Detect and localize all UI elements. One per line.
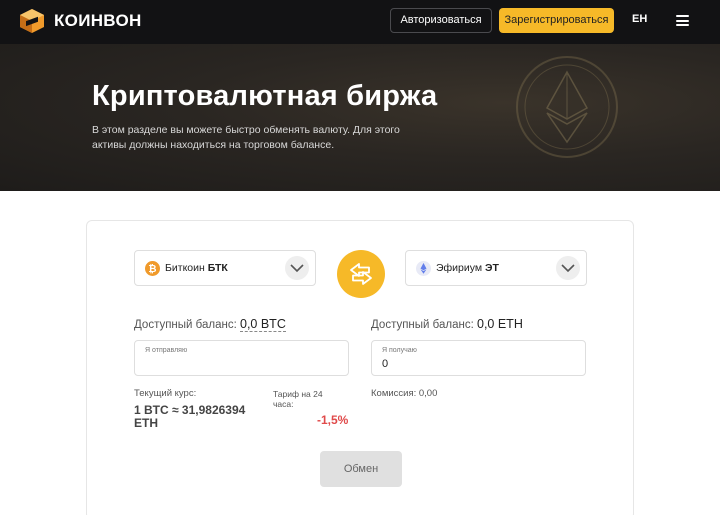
brand-name[interactable]: КОИНВОН xyxy=(54,11,142,31)
send-amount-label: Я отправляю xyxy=(145,347,188,354)
from-balance-value[interactable]: 0,0 BTC xyxy=(240,317,286,332)
ethereum-coin-icon xyxy=(516,56,618,158)
from-currency-name: Биткоин xyxy=(165,262,205,274)
exchange-card: ₿ Биткоин БТК Эфириум ЭТ Доступный балан… xyxy=(86,220,634,515)
exchange-submit-button[interactable]: Обмен xyxy=(320,451,402,487)
from-balance-label: Доступный баланс: xyxy=(134,319,237,331)
chevron-down-icon[interactable] xyxy=(285,256,309,280)
register-button[interactable]: Зарегистрироваться xyxy=(499,8,614,33)
to-balance-label: Доступный баланс: xyxy=(371,319,474,331)
bitcoin-icon: ₿ xyxy=(145,261,160,276)
svg-text:₿: ₿ xyxy=(148,263,156,275)
swap-currencies-button[interactable] xyxy=(337,250,385,298)
to-balance-value: 0,0 ETH xyxy=(477,317,523,331)
page-title: Криптовалютная биржа xyxy=(92,80,438,112)
ethereum-icon xyxy=(416,261,431,276)
to-currency-label: Эфириум ЭТ xyxy=(436,262,499,274)
tariff-label: Тариф на 24 часа: xyxy=(273,389,323,409)
top-header: КОИНВОН Авторизоваться Зарегистрироватьс… xyxy=(0,0,720,44)
hero-banner: Криптовалютная биржа В этом разделе вы м… xyxy=(0,44,720,191)
to-balance: Доступный баланс: 0,0 ETH xyxy=(371,317,523,331)
brand-logo-icon[interactable] xyxy=(18,7,46,35)
rate-label: Текущий курс: xyxy=(134,388,197,399)
language-switcher[interactable]: ЕН xyxy=(632,13,647,25)
from-balance: Доступный баланс: 0,0 BTC xyxy=(134,317,286,332)
from-currency-ticker: БТК xyxy=(207,262,228,274)
receive-amount-field[interactable]: Я получаю 0 xyxy=(371,340,586,376)
login-button[interactable]: Авторизоваться xyxy=(390,8,492,33)
commission-text: Комиссия: 0,00 xyxy=(371,388,438,399)
chevron-down-icon[interactable] xyxy=(556,256,580,280)
page-description: В этом разделе вы можете быстро обменять… xyxy=(92,124,400,151)
receive-amount-value[interactable]: 0 xyxy=(382,358,388,370)
to-currency-select[interactable]: Эфириум ЭТ xyxy=(405,250,587,286)
receive-amount-label: Я получаю xyxy=(382,347,417,354)
rate-value: 1 BTC ≈ 31,9826394 ETH xyxy=(134,403,246,430)
to-currency-name: Эфириум xyxy=(436,262,483,274)
tariff-value: -1,5% xyxy=(317,413,349,427)
to-currency-ticker: ЭТ xyxy=(485,262,499,274)
swap-arrows-icon xyxy=(350,263,372,285)
hamburger-menu-icon[interactable] xyxy=(676,15,689,26)
from-currency-label: Биткоин БТК xyxy=(165,262,228,274)
from-currency-select[interactable]: ₿ Биткоин БТК xyxy=(134,250,316,286)
send-amount-field[interactable]: Я отправляю xyxy=(134,340,349,376)
